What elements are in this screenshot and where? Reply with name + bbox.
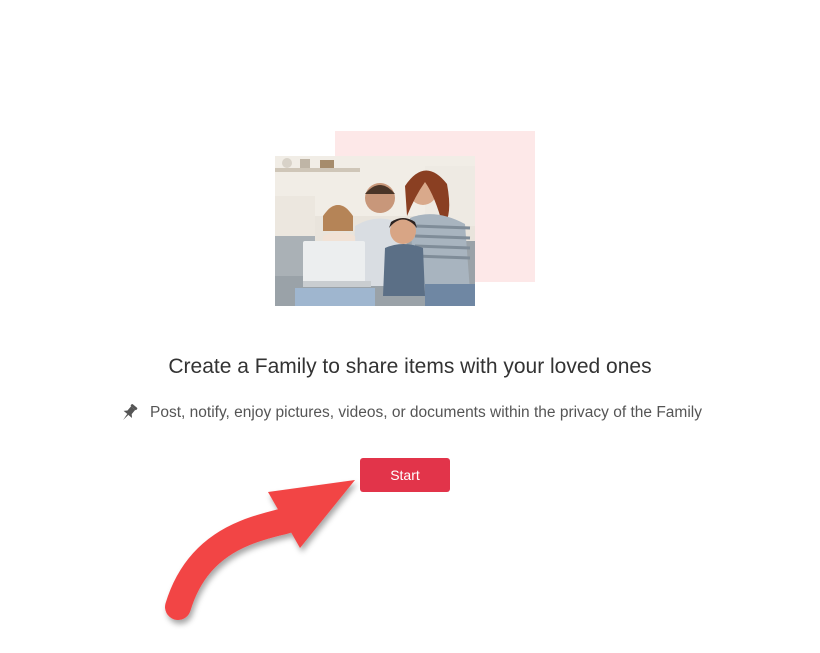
hero-illustration: [275, 131, 535, 306]
subtitle-text: Post, notify, enjoy pictures, videos, or…: [150, 404, 702, 421]
family-photo: [275, 156, 475, 306]
start-button[interactable]: Start: [360, 458, 450, 492]
page-title: Create a Family to share items with your…: [168, 355, 652, 378]
pin-icon: [123, 403, 138, 421]
arrow-annotation: [165, 480, 355, 620]
family-empty-state: Create a Family to share items with your…: [0, 0, 820, 653]
subtitle-row: Post, notify, enjoy pictures, videos, or…: [0, 402, 820, 424]
